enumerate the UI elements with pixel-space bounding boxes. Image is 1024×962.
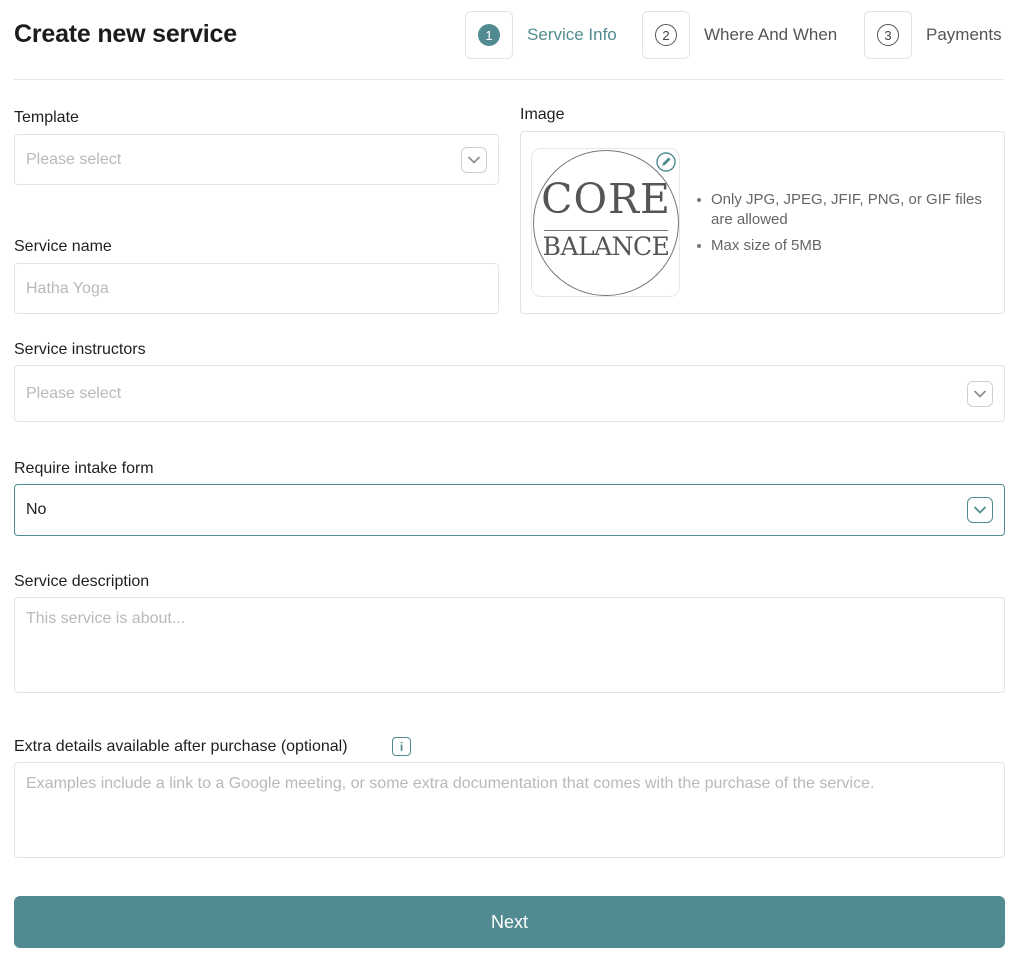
service-name-placeholder: Hatha Yoga [26,280,109,297]
step-payments[interactable]: 3 Payments [864,11,1002,59]
step-label: Service Info [527,25,617,44]
step-label: Payments [926,25,1002,44]
step-number: 1 [478,24,500,46]
intake-form-label: Require intake form [14,460,154,477]
pencil-icon[interactable] [655,151,677,173]
extra-details-textarea[interactable]: Examples include a link to a Google meet… [14,762,1005,858]
chevron-down-icon [967,381,993,407]
page-title: Create new service [14,20,237,48]
info-icon[interactable]: i [392,737,411,756]
image-rules-list: Only JPG, JPEG, JFIF, PNG, or GIF files … [697,190,1001,262]
step-label: Where And When [704,25,838,44]
step-where-and-when[interactable]: 2 Where And When [642,11,837,59]
image-upload-area: CORE BALANCE Only JPG, JPEG, JFIF, PNG, … [520,131,1005,314]
instructors-label: Service instructors [14,341,146,358]
logo-text-top: CORE [541,175,671,223]
logo-divider [544,230,668,231]
service-name-input[interactable]: Hatha Yoga [14,263,499,314]
extra-details-label: Extra details available after purchase (… [14,738,348,755]
description-textarea[interactable]: This service is about... [14,597,1005,693]
image-preview[interactable]: CORE BALANCE [531,148,680,297]
step-number: 2 [655,24,677,46]
intake-form-select[interactable]: No [14,484,1005,536]
image-rule-item: Only JPG, JPEG, JFIF, PNG, or GIF files … [697,190,1001,230]
instructors-placeholder: Please select [26,385,122,402]
image-label: Image [520,106,565,123]
intake-form-value: No [26,501,47,518]
step-number-box: 1 [465,11,513,59]
description-label: Service description [14,573,150,590]
next-button[interactable]: Next [14,896,1005,948]
step-number: 3 [877,24,899,46]
step-number-box: 3 [864,11,912,59]
template-placeholder: Please select [26,151,122,168]
service-name-label: Service name [14,238,112,255]
instructors-select[interactable]: Please select [14,365,1005,422]
extra-details-placeholder: Examples include a link to a Google meet… [26,775,875,792]
description-placeholder: This service is about... [26,610,186,627]
chevron-down-icon [967,497,993,523]
image-rule-item: Max size of 5MB [697,236,1001,256]
step-number-box: 2 [642,11,690,59]
chevron-down-icon [461,147,487,173]
logo-text-bottom: BALANCE [542,232,670,261]
template-select[interactable]: Please select [14,134,499,185]
step-service-info[interactable]: 1 Service Info [465,11,617,59]
template-label: Template [14,109,79,126]
